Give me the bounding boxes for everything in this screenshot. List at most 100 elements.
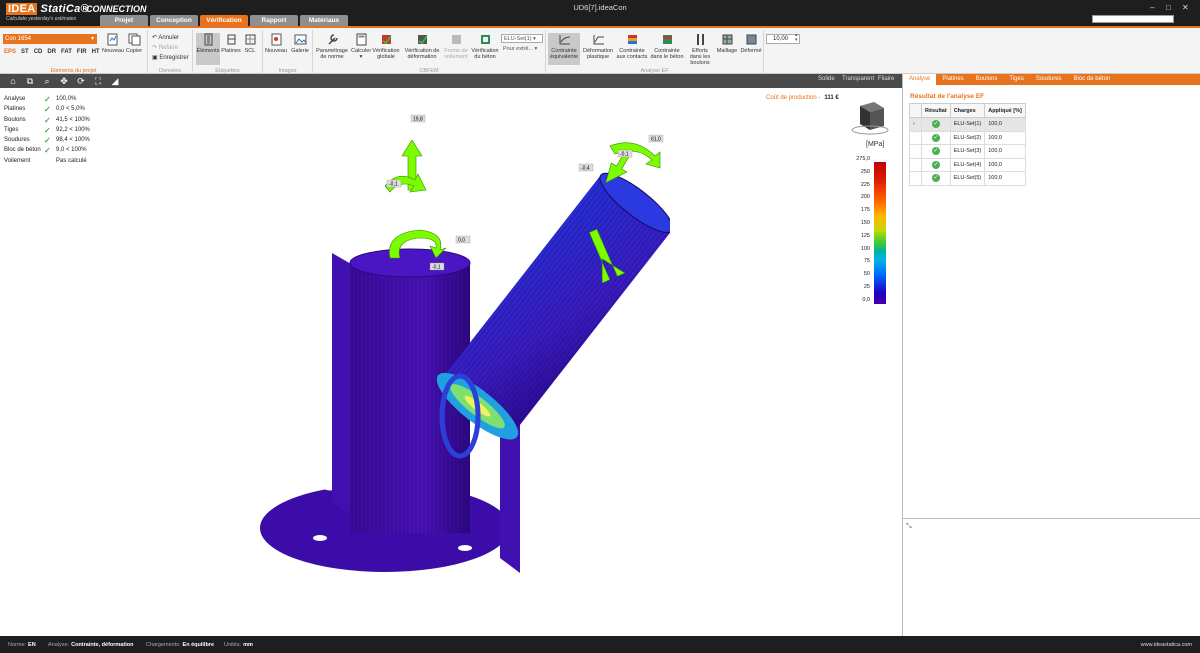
group-cbfem: Paramétrage de norme Calculer ▾ Vérificat…	[313, 30, 546, 74]
panel-splitter[interactable]	[903, 518, 1200, 519]
deformation-check-button[interactable]: Vérification de déformation	[403, 33, 441, 60]
results-tabs: Analyse Platines Boulons Tiges Soudures …	[903, 74, 1200, 85]
contact-stress-button[interactable]: Contrainte aux contacts	[616, 33, 648, 60]
type-st[interactable]: ST	[21, 49, 29, 55]
maximize-button[interactable]: □	[1166, 3, 1171, 12]
fit-icon[interactable]: ⛶	[93, 76, 103, 86]
col-applied: Appliqué [%]	[984, 103, 1026, 118]
ok-icon: ✓	[931, 120, 940, 129]
bolt-forces-button[interactable]: Efforts dans les boulons	[686, 33, 714, 66]
expand-icon[interactable]: ⤡	[906, 523, 912, 531]
svg-text:61,0: 61,0	[651, 137, 661, 143]
concrete-stress-button[interactable]: Contrainte dans le béton	[650, 33, 684, 60]
search-input[interactable]	[1092, 15, 1174, 23]
table-row[interactable]: ✓ ELU-Set(3) 100,0	[909, 144, 1026, 159]
equivalent-stress-button[interactable]: Contrainte équivalente	[548, 33, 580, 65]
check-icon: ✓	[44, 146, 51, 156]
connection-select[interactable]: Con 1654 ▾	[3, 34, 97, 44]
calculate-button[interactable]: Calculer ▾	[351, 33, 371, 60]
rotate-icon[interactable]: ⟳	[76, 76, 86, 86]
wrench-icon	[327, 34, 338, 45]
production-cost: Coût de production -111 €	[766, 95, 839, 101]
legend-ticks: 275,0 250 225 200 175 150 125 100 75 50 25 0,0	[856, 156, 870, 303]
mode-solid[interactable]: Solide	[818, 76, 835, 82]
mesh-button[interactable]: Maillage	[716, 33, 738, 54]
results-panel: Analyse Platines Boulons Tiges Soudures …	[902, 74, 1200, 636]
rtab-rods[interactable]: Tiges	[1003, 74, 1029, 85]
rtab-bolts[interactable]: Boulons	[970, 74, 1004, 85]
scl-label-button[interactable]: SCL	[241, 33, 259, 54]
status-bar: Norme: EN Analyse: Contrainte, déformation…	[0, 636, 1200, 653]
3d-viewport[interactable]: Analyse ✓ 100,0% Platines ✓ 0,0 < 5,0% Boulo…	[0, 88, 902, 636]
global-check-button[interactable]: Vérification globale	[371, 33, 401, 60]
tab-projet[interactable]: Projet	[100, 15, 148, 26]
close-button[interactable]: ✕	[1182, 3, 1189, 12]
deformed-button[interactable]: Déformé	[740, 33, 762, 54]
concrete-check-button[interactable]: Vérification du béton	[471, 33, 499, 60]
tab-conception[interactable]: Conception	[150, 15, 198, 26]
home-icon[interactable]: ⌂	[8, 76, 18, 86]
value-tag: 19,8	[410, 114, 426, 123]
save-button[interactable]: ▣ Enregistrer	[152, 54, 189, 61]
view-options-icon[interactable]: ◢	[110, 76, 120, 86]
chevron-down-icon: ▾	[90, 36, 94, 42]
check-icon: ✓	[44, 95, 51, 104]
value-tag: 0,0	[455, 235, 471, 244]
global-check-icon	[381, 35, 392, 45]
redo-button[interactable]: ↷ Refaire	[152, 44, 178, 51]
new-item-button[interactable]: Nouveau	[102, 33, 124, 54]
elements-label-button[interactable]: Éléments	[196, 33, 220, 65]
status-units: Unités: mm	[224, 642, 253, 648]
zoom-icon[interactable]: ⌕	[42, 76, 52, 86]
type-eps[interactable]: EPS	[4, 49, 16, 55]
value-tag: -0,4	[578, 163, 594, 172]
new-image-button[interactable]: Nouveau	[265, 33, 287, 54]
tab-rapport[interactable]: Rapport	[250, 15, 298, 26]
svg-text:19,8: 19,8	[413, 117, 423, 123]
value-tag: -0,1	[617, 149, 633, 158]
website-link[interactable]: www.ideastatica.com	[1141, 642, 1192, 648]
type-ht[interactable]: HT	[92, 49, 100, 55]
code-setup-button[interactable]: Paramétrage de norme	[315, 33, 349, 60]
extreme-select[interactable]: Pour extrê... ▾	[501, 45, 543, 54]
status-norm: Norme: EN	[8, 642, 36, 648]
scale-spinner[interactable]: ▴ ▾	[795, 33, 798, 43]
minimize-button[interactable]: –	[1150, 3, 1154, 12]
table-row[interactable]: ✓ ELU-Set(5) 100,0	[909, 171, 1026, 186]
zoom-window-icon[interactable]: ⧉	[25, 76, 35, 86]
gallery-button[interactable]: Galerie	[289, 33, 311, 54]
rtab-analysis[interactable]: Analyse	[903, 74, 937, 85]
plates-label-button[interactable]: Platines	[221, 33, 241, 54]
rtab-welds[interactable]: Soudures	[1030, 74, 1068, 85]
legend-unit: [MPa]	[866, 141, 885, 148]
table-row[interactable]: ✓ ELU-Set(2) 100,0	[909, 130, 1026, 145]
mode-transparent[interactable]: Transparent	[842, 76, 874, 82]
rtab-concrete[interactable]: Bloc de béton	[1068, 74, 1117, 85]
table-row[interactable]: ✓ ELU-Set(4) 100,0	[909, 157, 1026, 172]
undo-button[interactable]: ↶ Annuler	[152, 34, 179, 41]
mode-wireframe[interactable]: Filaire	[878, 76, 894, 82]
navigation-cube[interactable]	[850, 100, 890, 136]
copy-item-button[interactable]: Copier	[124, 33, 144, 54]
value-tag: -0,1	[429, 262, 445, 271]
connection-model[interactable]: 19,8 -0,1 0,0 -0,1 -0,4 -0,1 61,0	[250, 108, 670, 578]
svg-text:-0,1: -0,1	[620, 152, 629, 158]
check-icon: ✓	[44, 125, 51, 135]
plastic-strain-button[interactable]: Déformation plastique	[582, 33, 614, 60]
tab-verification[interactable]: Vérification	[200, 15, 248, 26]
type-fat[interactable]: FAT	[61, 49, 72, 55]
load-case-select[interactable]: ELU-Set(1) ▾	[501, 34, 543, 43]
tab-materiaux[interactable]: Matériaux	[300, 15, 348, 26]
rtab-plates[interactable]: Platines	[936, 74, 969, 85]
mesh-icon	[722, 34, 732, 45]
stress-icon	[559, 35, 570, 45]
table-row[interactable]: › ✓ ELU-Set(1) 100,0	[909, 117, 1026, 132]
type-fir[interactable]: FIR	[77, 49, 87, 55]
type-dr[interactable]: DR	[47, 49, 56, 55]
column-top	[349, 248, 471, 278]
pan-icon[interactable]: ✥	[59, 76, 69, 86]
buckling-shape-button[interactable]: Forme de voilement	[443, 33, 469, 60]
main-tabs: Projet Conception Vérification Rapport M…	[100, 15, 348, 26]
type-cd[interactable]: CD	[34, 49, 43, 55]
redo-icon: ↷	[152, 45, 159, 51]
